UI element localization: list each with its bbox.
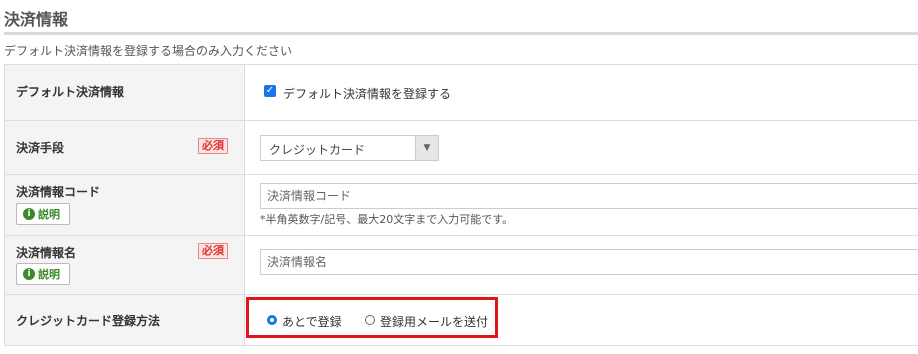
payment-code-input[interactable] — [260, 183, 918, 209]
required-badge: 必須 — [198, 243, 228, 259]
section-note: デフォルト決済情報を登録する場合のみ入力ください — [4, 44, 293, 58]
radio-send-email[interactable] — [365, 315, 375, 325]
payment-name-input[interactable] — [260, 249, 918, 275]
help-button-label: 説明 — [38, 268, 60, 281]
value-cell: あとで登録 登録用メールを送付 — [245, 295, 918, 345]
info-icon: i — [23, 268, 35, 280]
default-payment-label: デフォルト決済情報 — [16, 85, 125, 99]
radio-register-later-label[interactable]: あとで登録 — [282, 313, 342, 330]
default-payment-checkbox[interactable]: ✓ — [264, 85, 276, 97]
chevron-down-icon[interactable]: ▼ — [415, 136, 438, 160]
value-cell: クレジットカード ▼ — [245, 121, 918, 174]
select-value: クレジットカード — [269, 143, 366, 157]
row-payment-code: 決済情報コード i 説明 *半角英数字/記号、最大20文字まで入力可能です。 — [4, 175, 918, 236]
info-icon: i — [23, 208, 35, 220]
radio-register-later[interactable] — [267, 315, 277, 325]
help-button[interactable]: i 説明 — [16, 263, 70, 285]
row-card-registration: クレジットカード登録方法 あとで登録 登録用メールを送付 — [4, 295, 918, 346]
payment-code-hint: *半角英数字/記号、最大20文字まで入力可能です。 — [260, 213, 514, 226]
row-payment-name: 決済情報名 必須 i 説明 — [4, 236, 918, 295]
label-cell: 決済情報名 必須 i 説明 — [4, 236, 245, 294]
payment-name-label: 決済情報名 — [16, 246, 77, 260]
payment-code-label: 決済情報コード — [16, 185, 101, 199]
title-divider — [4, 32, 918, 35]
label-cell: デフォルト決済情報 — [4, 65, 245, 120]
label-cell: 決済手段 必須 — [4, 121, 245, 174]
help-button[interactable]: i 説明 — [16, 203, 70, 225]
payment-method-label: 決済手段 — [16, 141, 65, 155]
payment-method-select[interactable]: クレジットカード ▼ — [260, 135, 439, 161]
highlight-box: あとで登録 登録用メールを送付 — [246, 297, 498, 338]
value-cell: ✓ デフォルト決済情報を登録する — [245, 65, 918, 120]
help-button-label: 説明 — [38, 208, 60, 221]
row-default-payment: デフォルト決済情報 ✓ デフォルト決済情報を登録する — [4, 65, 918, 121]
label-cell: 決済情報コード i 説明 — [4, 175, 245, 235]
label-cell: クレジットカード登録方法 — [4, 295, 245, 345]
section-title: 決済情報 — [4, 10, 69, 29]
default-payment-checkbox-label[interactable]: デフォルト決済情報を登録する — [283, 85, 451, 102]
radio-send-email-label[interactable]: 登録用メールを送付 — [380, 313, 488, 330]
value-cell: *半角英数字/記号、最大20文字まで入力可能です。 — [245, 175, 918, 235]
value-cell — [245, 236, 918, 294]
required-badge: 必須 — [198, 138, 228, 154]
card-registration-label: クレジットカード登録方法 — [16, 314, 161, 328]
row-payment-method: 決済手段 必須 クレジットカード ▼ — [4, 121, 918, 175]
payment-form: デフォルト決済情報 ✓ デフォルト決済情報を登録する 決済手段 必須 クレジット… — [4, 64, 918, 346]
